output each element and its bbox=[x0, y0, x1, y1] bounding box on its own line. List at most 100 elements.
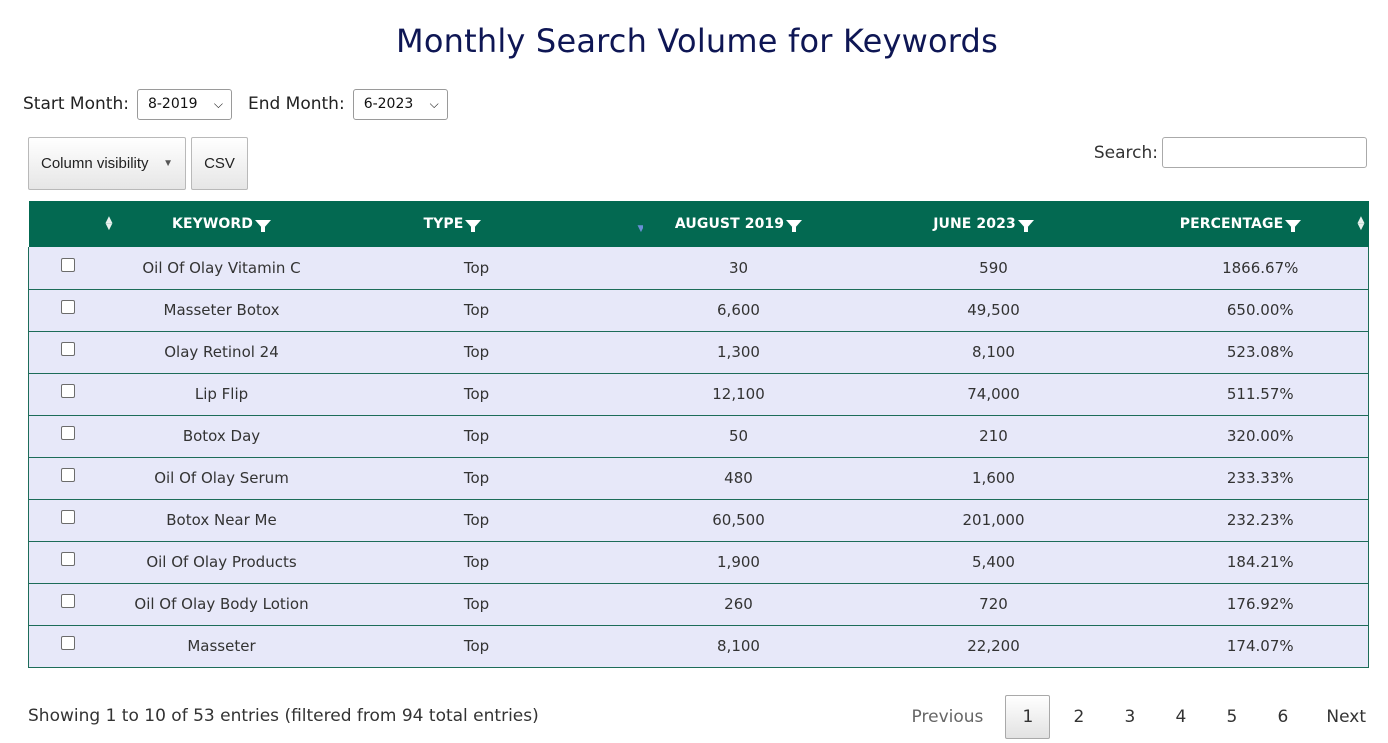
percentage-cell: 320.00% bbox=[1152, 414, 1369, 457]
percentage-cell: 232.23% bbox=[1152, 498, 1369, 541]
june-2023-cell: 8,100 bbox=[834, 330, 1153, 373]
end-month-label: End Month: bbox=[247, 94, 345, 114]
type-cell: Top bbox=[310, 372, 643, 415]
august-2019-cell: 480 bbox=[642, 456, 835, 499]
search-box: Search: bbox=[1094, 137, 1367, 168]
keyword-cell: Oil Of Olay Products bbox=[132, 540, 311, 583]
percentage-cell: 233.33% bbox=[1152, 456, 1369, 499]
row-checkbox[interactable] bbox=[60, 384, 75, 398]
row-checkbox[interactable] bbox=[60, 594, 75, 608]
column-header-select[interactable]: ▲ ▼ bbox=[28, 201, 133, 247]
search-label: Search: bbox=[1093, 142, 1158, 163]
column-visibility-button[interactable]: Column visibility ▼ bbox=[28, 137, 186, 190]
row-checkbox[interactable] bbox=[60, 510, 75, 524]
row-checkbox[interactable] bbox=[60, 257, 75, 272]
percentage-cell: 174.07% bbox=[1152, 624, 1369, 668]
august-2019-cell: 60,500 bbox=[642, 498, 835, 541]
start-month-select[interactable]: 8-2019 ⌵ bbox=[136, 88, 232, 120]
june-2023-cell: 22,200 bbox=[834, 624, 1153, 668]
keyword-cell: Lip Flip bbox=[132, 372, 311, 415]
august-2019-cell: 12,100 bbox=[642, 372, 835, 415]
row-checkbox[interactable] bbox=[60, 552, 75, 566]
type-cell: Top bbox=[310, 414, 643, 457]
page-button-2[interactable]: 2 bbox=[1053, 695, 1104, 739]
page-button-4[interactable]: 4 bbox=[1155, 695, 1206, 739]
june-2023-cell: 5,400 bbox=[834, 540, 1153, 583]
type-cell: Top bbox=[310, 540, 643, 583]
column-header-type[interactable]: Type ▼ bbox=[310, 201, 644, 247]
row-select-cell bbox=[28, 456, 133, 499]
filter-icon[interactable] bbox=[465, 220, 482, 232]
row-select-cell bbox=[28, 372, 133, 415]
type-cell: Top bbox=[310, 288, 643, 331]
column-header-percentage[interactable]: Percentage ▲ ▼ bbox=[1152, 201, 1369, 247]
pagination: Previous 1 2 3 4 5 6 Next bbox=[898, 695, 1366, 739]
previous-page-button[interactable]: Previous bbox=[898, 695, 1006, 739]
filter-icon[interactable] bbox=[1285, 220, 1302, 232]
percentage-cell: 1866.67% bbox=[1152, 247, 1369, 289]
table-row: Oil Of Olay Serum Top 480 1,600 233.33% bbox=[28, 456, 1369, 499]
page-button-3[interactable]: 3 bbox=[1104, 695, 1155, 739]
keyword-cell: Botox Near Me bbox=[132, 498, 311, 541]
august-2019-cell: 260 bbox=[642, 582, 835, 625]
august-2019-cell: 1,900 bbox=[642, 540, 835, 583]
next-page-button[interactable]: Next bbox=[1308, 695, 1366, 739]
column-header-august-2019[interactable]: August 2019 ▲▼ bbox=[642, 201, 842, 247]
keyword-cell: Botox Day bbox=[132, 414, 311, 457]
august-2019-cell: 50 bbox=[642, 414, 835, 457]
csv-export-button[interactable]: CSV bbox=[191, 137, 248, 190]
table-row: Botox Near Me Top 60,500 201,000 232.23% bbox=[28, 498, 1369, 541]
august-2019-cell: 8,100 bbox=[642, 624, 835, 668]
sort-icon: ▲▼ bbox=[1357, 215, 1365, 232]
keyword-cell: Oil Of Olay Serum bbox=[132, 456, 311, 499]
end-month-value: 6-2023 bbox=[363, 96, 414, 112]
keyword-table: ▲▼ Keyword ▲▼ Type ▼ August 2019 ▲▼ June… bbox=[28, 201, 1369, 668]
column-header-june-2023[interactable]: June 2023 ▲▼ bbox=[834, 201, 1160, 247]
filter-icon[interactable] bbox=[1017, 220, 1034, 232]
row-select-cell bbox=[28, 414, 133, 457]
row-select-cell bbox=[28, 498, 133, 541]
percentage-cell: 184.21% bbox=[1152, 540, 1369, 583]
filter-icon[interactable] bbox=[255, 220, 271, 232]
month-filter-row: Start Month: 8-2019 ⌵ End Month: 6-2023 … bbox=[23, 88, 448, 120]
chevron-down-icon: ⌵ bbox=[213, 96, 223, 111]
june-2023-cell: 720 bbox=[834, 582, 1153, 625]
column-visibility-label: Column visibility bbox=[41, 155, 149, 172]
june-2023-cell: 49,500 bbox=[834, 288, 1153, 331]
search-input[interactable] bbox=[1162, 137, 1367, 168]
table-row: Oil Of Olay Body Lotion Top 260 720 176.92% bbox=[28, 582, 1369, 625]
keyword-cell: Olay Retinol 24 bbox=[132, 330, 311, 373]
table-row: Lip Flip Top 12,100 74,000 511.57% bbox=[28, 372, 1369, 415]
row-select-cell bbox=[28, 288, 133, 331]
keyword-cell: Oil Of Olay Vitamin C bbox=[132, 247, 311, 289]
row-select-cell bbox=[28, 540, 133, 583]
june-2023-cell: 210 bbox=[834, 414, 1153, 457]
type-cell: Top bbox=[310, 582, 643, 625]
percentage-cell: 176.92% bbox=[1152, 582, 1369, 625]
page-button-5[interactable]: 5 bbox=[1206, 695, 1257, 739]
table-row: Masseter Botox Top 6,600 49,500 650.00% bbox=[28, 288, 1369, 331]
table-header-row: ▲▼ Keyword ▲▼ Type ▼ August 2019 ▲▼ June… bbox=[28, 201, 1369, 247]
percentage-cell: 650.00% bbox=[1152, 288, 1369, 331]
page-button-1[interactable]: 1 bbox=[1005, 695, 1051, 739]
row-select-cell bbox=[28, 624, 133, 668]
caret-down-icon: ▼ bbox=[163, 158, 173, 169]
type-cell: Top bbox=[310, 456, 643, 499]
filter-icon[interactable] bbox=[786, 220, 803, 232]
row-select-cell bbox=[28, 582, 133, 625]
row-checkbox[interactable] bbox=[60, 426, 75, 440]
june-2023-cell: 590 bbox=[834, 247, 1153, 289]
row-select-cell bbox=[28, 330, 133, 373]
page: Monthly Search Volume for Keywords Start… bbox=[0, 0, 1388, 743]
row-checkbox[interactable] bbox=[60, 636, 75, 650]
row-checkbox[interactable] bbox=[60, 342, 75, 356]
end-month-select[interactable]: 6-2023 ⌵ bbox=[352, 88, 448, 120]
august-2019-cell: 30 bbox=[642, 247, 835, 289]
page-button-6[interactable]: 6 bbox=[1257, 695, 1308, 739]
table-row: Masseter Top 8,100 22,200 174.07% bbox=[28, 624, 1369, 668]
row-checkbox[interactable] bbox=[60, 468, 75, 482]
percentage-cell: 511.57% bbox=[1152, 372, 1369, 415]
type-cell: Top bbox=[310, 330, 643, 373]
row-checkbox[interactable] bbox=[60, 300, 75, 314]
column-header-keyword[interactable]: Keyword ▲▼ bbox=[132, 201, 318, 247]
